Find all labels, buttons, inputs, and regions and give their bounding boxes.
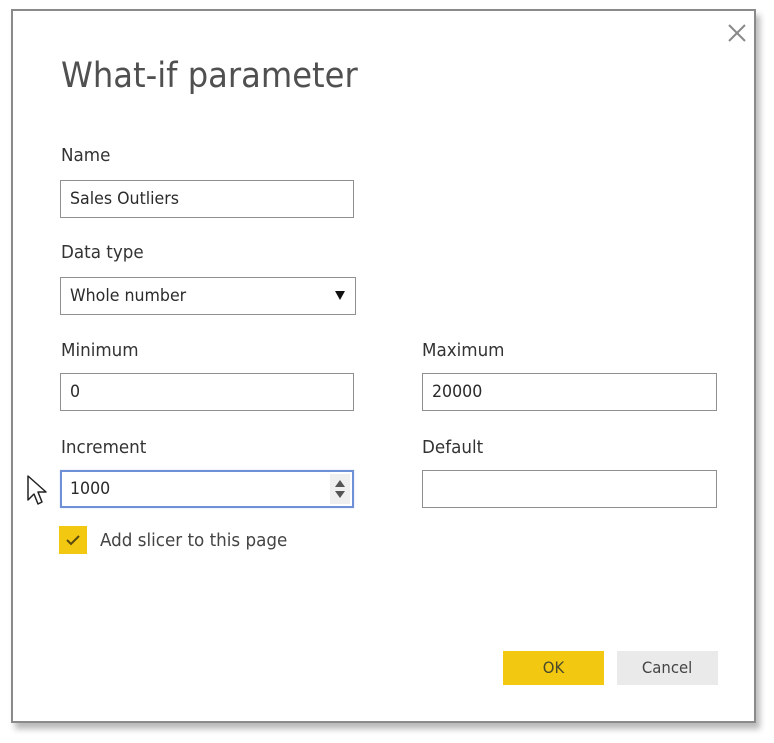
cancel-button[interactable]: Cancel	[617, 651, 718, 685]
spinner-icon[interactable]	[330, 474, 350, 504]
what-if-parameter-dialog	[11, 9, 756, 723]
checkmark-icon	[66, 535, 80, 546]
ok-button-label: OK	[542, 658, 565, 677]
maximum-input-value: 20000	[432, 382, 483, 402]
default-label: Default	[422, 437, 484, 458]
name-label: Name	[61, 145, 111, 166]
spin-up-icon[interactable]	[335, 480, 345, 487]
minimum-label: Minimum	[61, 340, 139, 361]
name-input[interactable]: Sales Outliers	[60, 180, 354, 218]
increment-label: Increment	[61, 437, 147, 458]
data-type-value: Whole number	[70, 286, 187, 306]
increment-input-value: 1000	[70, 479, 111, 499]
close-icon	[728, 24, 746, 42]
add-slicer-label: Add slicer to this page	[100, 530, 288, 551]
minimum-input[interactable]: 0	[60, 373, 354, 411]
spin-down-icon[interactable]	[335, 491, 345, 498]
close-button[interactable]	[726, 22, 748, 44]
ok-button[interactable]: OK	[503, 651, 604, 685]
cancel-button-label: Cancel	[642, 658, 693, 677]
data-type-select[interactable]: Whole number	[60, 277, 356, 315]
minimum-input-value: 0	[70, 382, 81, 402]
chevron-down-icon	[335, 291, 345, 300]
increment-input[interactable]: 1000	[60, 470, 354, 508]
default-input[interactable]	[422, 470, 717, 508]
name-input-value: Sales Outliers	[70, 189, 180, 209]
add-slicer-checkbox[interactable]	[59, 526, 87, 554]
dialog-title: What-if parameter	[61, 56, 358, 96]
maximum-label: Maximum	[422, 340, 505, 361]
maximum-input[interactable]: 20000	[422, 373, 717, 411]
data-type-label: Data type	[61, 242, 144, 263]
mouse-pointer-icon	[27, 475, 47, 505]
